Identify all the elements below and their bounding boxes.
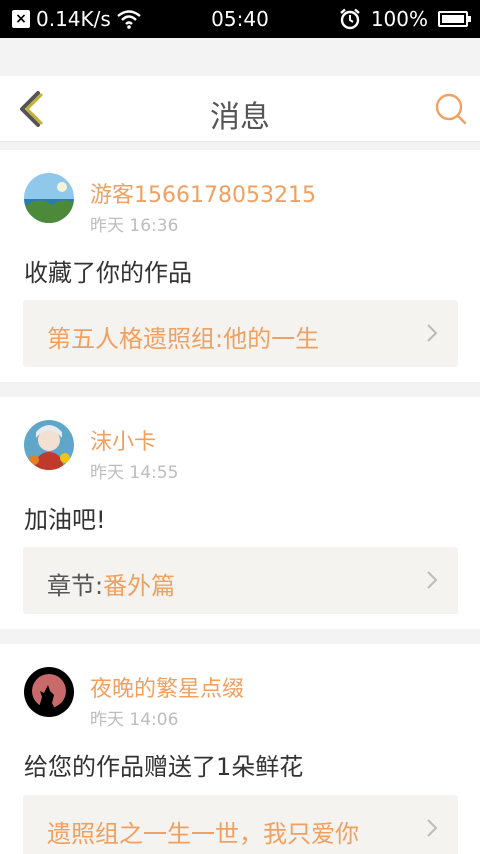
- chapter-link[interactable]: 章节:番外篇: [23, 547, 458, 614]
- top-spacer: [0, 38, 480, 76]
- message-time: 昨天 14:55: [90, 463, 179, 483]
- work-link[interactable]: 遗照组之一生一世，我只爱你: [23, 795, 458, 854]
- user-name[interactable]: 夜晚的繁星点缀: [90, 671, 244, 703]
- message-text: 加油吧!: [24, 506, 106, 534]
- work-link-title: 第五人格遗照组:他的一生: [47, 325, 320, 353]
- chevron-right-icon: [427, 324, 438, 342]
- message-time: 昨天 16:36: [90, 216, 179, 236]
- work-link-title: 遗照组之一生一世，我只爱你: [47, 820, 359, 848]
- message-card: 夜晚的繁星点缀 昨天 14:06 给您的作品赠送了1朵鲜花 遗照组之一生一世，我…: [0, 644, 480, 854]
- user-name[interactable]: 沫小卡: [90, 424, 156, 456]
- chapter-link-label: 章节:番外篇: [47, 566, 175, 601]
- header-bar: 消息: [0, 76, 480, 142]
- battery-fill: [442, 15, 464, 23]
- chapter-link-title: 番外篇: [103, 572, 176, 600]
- page-title: 消息: [210, 100, 270, 135]
- work-link-label: 遗照组之一生一世，我只爱你: [47, 814, 359, 849]
- message-card: 游客1566178053215 昨天 16:36 收藏了你的作品 第五人格遗照组…: [0, 150, 480, 382]
- chevron-right-icon: [427, 571, 438, 589]
- work-link[interactable]: 第五人格遗照组:他的一生: [23, 300, 458, 367]
- message-text: 给您的作品赠送了1朵鲜花: [24, 753, 304, 781]
- avatar[interactable]: [24, 420, 74, 470]
- search-icon[interactable]: [434, 92, 468, 126]
- message-time: 昨天 14:06: [90, 710, 179, 730]
- work-link-label: 第五人格遗照组:他的一生: [47, 319, 319, 354]
- chapter-link-prefix: 章节:: [47, 572, 104, 600]
- user-name[interactable]: 游客1566178053215: [90, 177, 316, 209]
- avatar[interactable]: [24, 173, 74, 223]
- battery-icon: [438, 11, 471, 27]
- chevron-right-icon: [427, 819, 438, 837]
- alarm-icon: [340, 8, 360, 30]
- status-bar: × 0.14K/s 05:40 100%: [0, 0, 480, 38]
- status-right: 100%: [339, 7, 471, 31]
- battery-percent: 100%: [370, 7, 428, 31]
- message-card: 沫小卡 昨天 14:55 加油吧! 章节:番外篇: [0, 397, 480, 629]
- message-text: 收藏了你的作品: [24, 259, 192, 287]
- avatar[interactable]: [24, 667, 74, 717]
